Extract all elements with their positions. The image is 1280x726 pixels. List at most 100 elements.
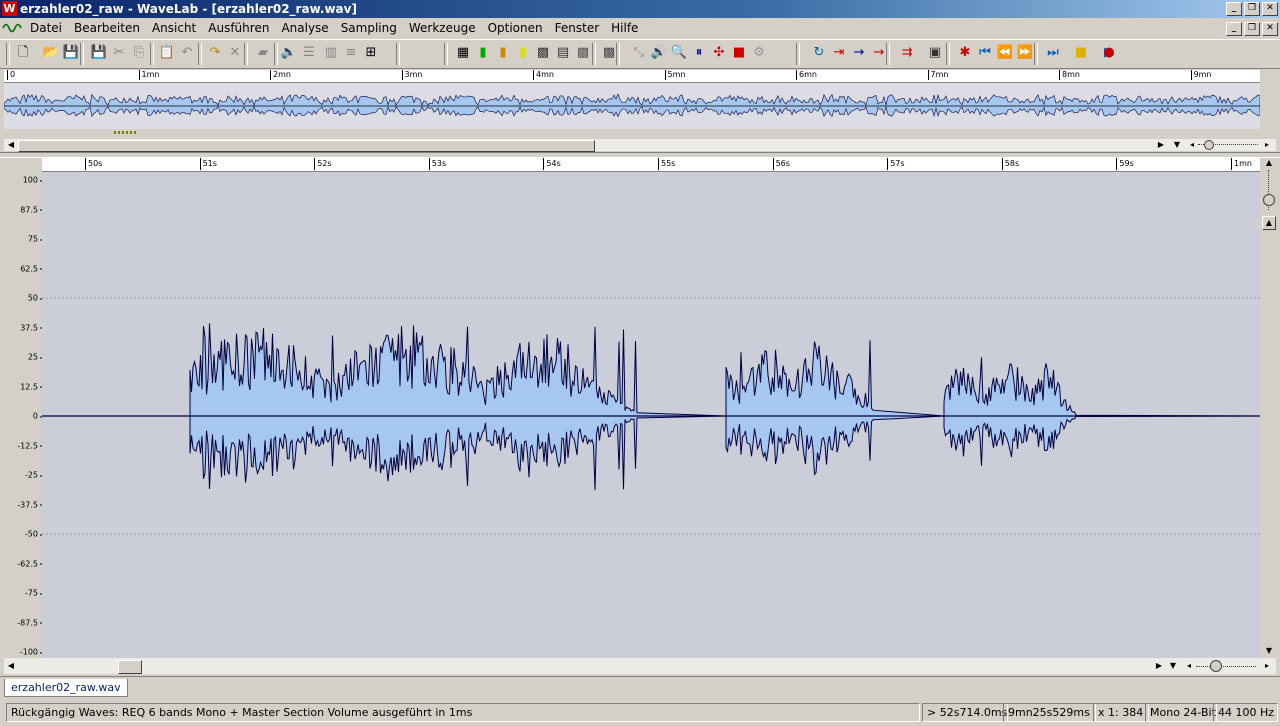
marker-red-icon[interactable]: ■	[730, 44, 748, 62]
overview-view-marker[interactable]	[114, 131, 136, 134]
doc-minimize-button[interactable]: _	[1226, 22, 1242, 36]
new-file-icon[interactable]: 🗋	[14, 44, 32, 62]
toolbar-separator	[6, 43, 10, 65]
doc-close-button[interactable]: ✕	[1262, 22, 1278, 36]
redo-icon[interactable]: ↷	[206, 44, 224, 62]
vertical-zoom-knob[interactable]	[1263, 194, 1275, 206]
main-zoom-knob[interactable]	[1210, 660, 1222, 672]
menu-item-sampling[interactable]: Sampling	[335, 21, 403, 35]
view-ruler-icon[interactable]: ⊞	[362, 44, 380, 62]
snapshot-icon[interactable]: ▣	[926, 44, 944, 62]
zoom-out-arrow-icon[interactable]: ◂	[1187, 140, 1197, 150]
save-as-icon[interactable]: 💾	[90, 44, 108, 62]
stretch-icon[interactable]: ⤡	[630, 44, 648, 62]
main-zoom-in-icon[interactable]: ▸	[1262, 661, 1272, 671]
record-icon[interactable]: ●	[1100, 44, 1118, 62]
marker-double-icon[interactable]: ⇉	[898, 44, 916, 62]
scroll-right-arrow-icon[interactable]: ▶	[1156, 140, 1166, 150]
rewind-icon[interactable]: ⏪	[996, 44, 1014, 62]
insert-marker-icon[interactable]: ⇥	[830, 44, 848, 62]
zoom-in-arrow-icon[interactable]: ▸	[1262, 140, 1272, 150]
delete-icon[interactable]: ✕	[226, 44, 244, 62]
main-horizontal-scrollbar[interactable]: ◀ ▶ ▼ ◂ ▸	[4, 658, 1276, 674]
stop-icon[interactable]: ■	[1072, 44, 1090, 62]
go-start-icon[interactable]: ⏮	[976, 44, 994, 62]
menu-item-fenster[interactable]: Fenster	[549, 21, 606, 35]
menu-item-hilfe[interactable]: Hilfe	[605, 21, 644, 35]
amplitude-tick-label: 100	[22, 175, 45, 185]
menu-item-datei[interactable]: Datei	[24, 21, 68, 35]
menu-item-analyse[interactable]: Analyse	[275, 21, 334, 35]
play-tool-icon[interactable]: 🔊	[650, 44, 668, 62]
amplitude-tick-label: 87.5	[20, 205, 44, 214]
overview-tick-label: 8mn	[1059, 70, 1080, 80]
vertical-scroll-thumb[interactable]: ▲	[1262, 216, 1276, 230]
amplitude-tick-label: -12.5	[17, 441, 44, 450]
paste-icon[interactable]: 📋	[158, 44, 176, 62]
time-tick-label: 1mn	[1231, 158, 1252, 170]
tab-erzahler02-raw[interactable]: erzahler02_raw.wav	[4, 679, 128, 697]
close-button[interactable]: ✕	[1262, 2, 1278, 16]
view-lanes-icon[interactable]: ≡	[342, 44, 360, 62]
minimize-button[interactable]: _	[1226, 2, 1242, 16]
bar-analyzer-icon[interactable]: ▮	[514, 44, 532, 62]
scroll-left-arrow-icon[interactable]: ◀	[6, 140, 16, 150]
oscilloscope-icon[interactable]: ▩	[534, 44, 552, 62]
eraser-icon[interactable]: ▰	[254, 44, 272, 62]
main-zoom-menu-icon[interactable]: ▼	[1168, 661, 1178, 671]
copy-icon[interactable]: ⎘	[130, 44, 148, 62]
cut-icon[interactable]: ✂	[110, 44, 128, 62]
toolbar-separator	[150, 43, 154, 65]
vertical-zoom-bar[interactable]: ▲ ▲ ▼	[1262, 158, 1276, 658]
wave-logo-icon[interactable]	[2, 20, 22, 36]
marker-arrow-icon[interactable]: →	[850, 44, 868, 62]
zoom-menu-icon[interactable]: ▼	[1172, 140, 1182, 150]
main-zoom-slider[interactable]	[1196, 666, 1256, 667]
open-folder-icon[interactable]: 📂	[42, 44, 60, 62]
overview-waveform[interactable]	[3, 83, 1261, 129]
pause-tool-icon[interactable]: ⏸	[690, 44, 708, 62]
split-red-icon[interactable]: ✱	[956, 44, 974, 62]
main-zoom-out-icon[interactable]: ◂	[1184, 661, 1194, 671]
scroll-up-arrow-icon[interactable]: ▲	[1264, 158, 1274, 168]
undo-icon[interactable]: ↶	[178, 44, 196, 62]
go-end-icon[interactable]: ⏭	[1044, 44, 1062, 62]
toolbar-separator	[274, 43, 278, 65]
spectroscope-icon[interactable]: ▮	[494, 44, 512, 62]
restore-button[interactable]: ❐	[1244, 2, 1260, 16]
main-time-ruler[interactable]: 50s 51s 52s 53s 54s 55s 56s 57s 58s 59s 1mn	[42, 158, 1260, 172]
wavescope-icon[interactable]: ▩	[574, 44, 592, 62]
view-split-icon[interactable]: ▥	[322, 44, 340, 62]
status-sample-rate[interactable]: 44 100 Hz	[1213, 703, 1278, 722]
menu-item-ausführen[interactable]: Ausführen	[202, 21, 275, 35]
overview-time-ruler[interactable]: 0 1mn 2mn 3mn 4mn 5mn 6mn 7mn 8mn 9mn	[4, 70, 1260, 83]
menu-item-optionen[interactable]: Optionen	[482, 21, 549, 35]
amplitude-tick-label: 62.5	[20, 264, 44, 273]
doc-restore-button[interactable]: ❐	[1244, 22, 1260, 36]
main-scroll-right-icon[interactable]: ▶	[1154, 661, 1164, 671]
save-icon[interactable]: 💾	[62, 44, 80, 62]
overview-zoom-knob[interactable]	[1204, 140, 1214, 150]
loop-icon[interactable]: ↻	[810, 44, 828, 62]
menu-item-werkzeuge[interactable]: Werkzeuge	[403, 21, 482, 35]
status-format[interactable]: Mono 24-Bit	[1145, 703, 1217, 722]
marker-cut-icon[interactable]: ✣	[710, 44, 728, 62]
zoom-tool-icon[interactable]: 🔍	[670, 44, 688, 62]
phase-icon[interactable]: ▤	[554, 44, 572, 62]
main-scroll-thumb[interactable]	[118, 660, 142, 674]
main-scroll-left-icon[interactable]: ◀	[6, 661, 16, 671]
speaker-icon[interactable]: 🔈	[280, 44, 298, 62]
menu-item-bearbeiten[interactable]: Bearbeiten	[68, 21, 146, 35]
fast-forward-icon[interactable]: ⏩	[1016, 44, 1034, 62]
wavelab-app-icon[interactable]: W	[2, 1, 17, 16]
gear-tool-icon[interactable]: ⚙	[750, 44, 768, 62]
overview-scrollbar[interactable]: ◀ ▶ ▼ ◂ ▸	[4, 139, 1276, 152]
view-stack-icon[interactable]: ☰	[300, 44, 318, 62]
level-meter-icon[interactable]: ▮	[474, 44, 492, 62]
scroll-down-arrow-icon[interactable]: ▼	[1264, 646, 1274, 656]
main-waveform[interactable]	[42, 172, 1261, 660]
status-zoom[interactable]: x 1: 384	[1093, 703, 1149, 722]
overview-scroll-thumb[interactable]	[18, 140, 595, 152]
menu-item-ansicht[interactable]: Ansicht	[146, 21, 202, 35]
view-grid-icon[interactable]: ▦	[454, 44, 472, 62]
